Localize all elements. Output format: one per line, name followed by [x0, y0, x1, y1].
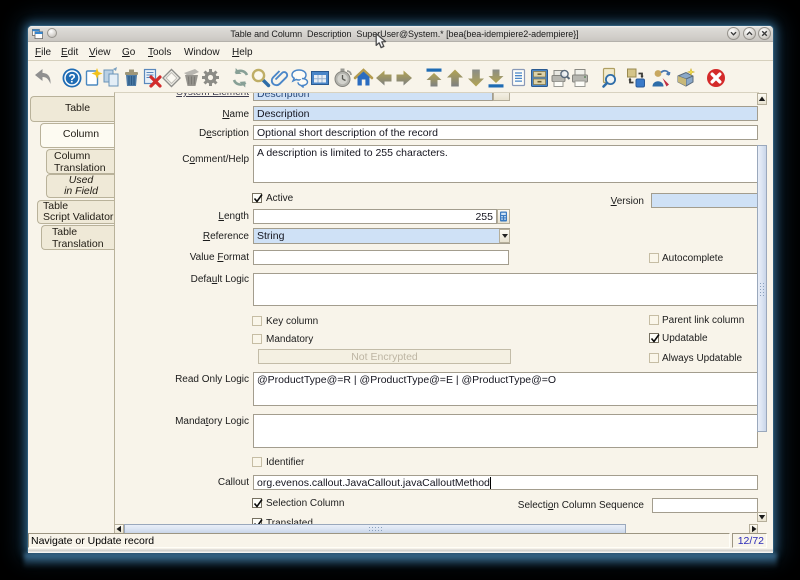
- svg-text:?: ?: [68, 72, 75, 86]
